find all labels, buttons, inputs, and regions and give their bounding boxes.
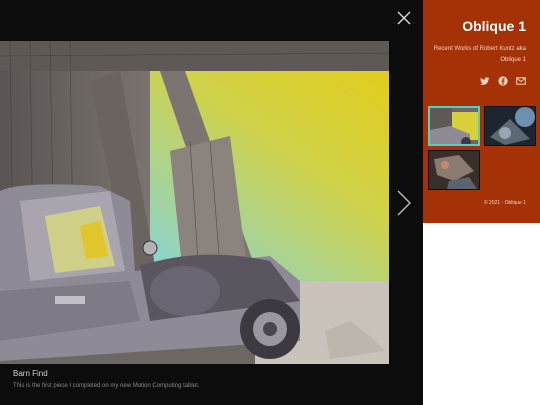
caption-description: This is the first piece I completed on m… [13,383,200,389]
facebook-icon[interactable] [498,73,508,86]
close-icon[interactable] [396,10,412,26]
site-tagline: Recent Works of Robert Kuntz aka Oblique… [433,46,526,63]
email-icon[interactable] [516,73,526,85]
sidebar: Oblique 1 Recent Works of Robert Kuntz a… [423,0,540,223]
chevron-right-icon[interactable] [396,190,412,216]
lightbox-viewer: Barn Find This is the first piece I comp… [0,0,423,405]
social-links [480,73,526,86]
thumbnail-artwork-2[interactable] [484,106,536,146]
thumbnail-barn-find[interactable] [428,106,480,146]
copyright-text: © 2021 - Oblique 1 [483,200,526,206]
site-title[interactable]: Oblique 1 [462,18,526,34]
artwork-image [0,41,389,364]
thumbnail-artwork-3[interactable] [428,150,480,190]
caption-title: Barn Find [13,369,48,378]
twitter-icon[interactable] [480,73,490,85]
